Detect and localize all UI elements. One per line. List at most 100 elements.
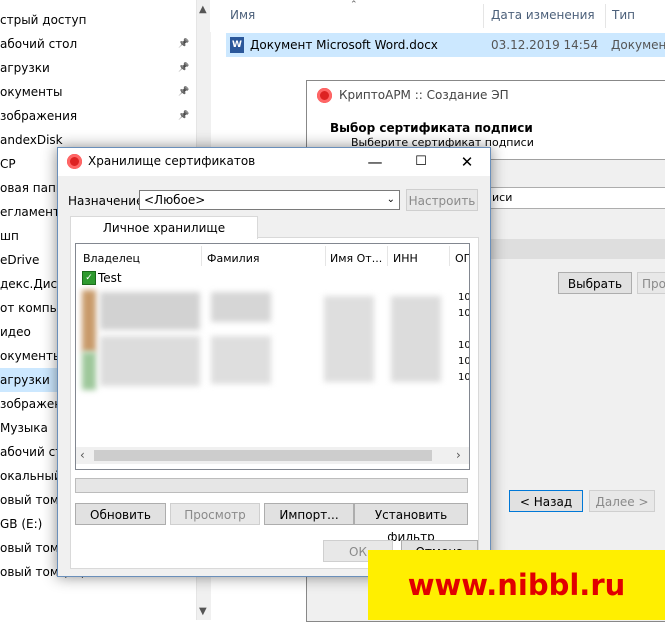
certificate-field-text: иси — [492, 191, 513, 204]
next-button[interactable]: Далее > — [589, 490, 655, 512]
sidebar-item-label: окальный — [0, 469, 62, 483]
sidebar-item-label: зображен — [0, 397, 63, 411]
column-name[interactable]: Имя — [230, 8, 255, 22]
sidebar-item-label: агрузки — [0, 61, 50, 75]
set-filter-button[interactable]: Установить фильтр — [354, 503, 468, 544]
pin-icon: 📌 — [178, 63, 190, 73]
file-row[interactable]: W Документ Microsoft Word.docx 03.12.201… — [226, 33, 665, 57]
import-button[interactable]: Импорт... — [264, 503, 354, 525]
row-ogrn: 10 — [458, 372, 470, 383]
purpose-select[interactable]: <Любое> ⌄ — [139, 190, 400, 210]
column-owner[interactable]: Владелец — [83, 252, 140, 265]
sidebar-item-label: егламент — [0, 205, 60, 219]
sidebar-item-label: шп — [0, 229, 19, 243]
back-button[interactable]: < Назад — [509, 490, 583, 512]
view-button[interactable]: Просмотр — [170, 503, 260, 525]
column-divider — [483, 4, 484, 28]
column-divider — [325, 246, 326, 266]
blurred-row-icon — [82, 352, 96, 390]
column-divider — [605, 4, 606, 28]
sidebar-item-label: окументы — [0, 349, 63, 363]
sidebar-item-label: идео — [0, 325, 31, 339]
purpose-label: Назначение: — [68, 194, 148, 208]
select-button[interactable]: Выбрать — [558, 272, 632, 294]
view-button[interactable]: Прос — [637, 272, 665, 294]
sidebar-item-label: зображения — [0, 109, 78, 123]
purpose-value: <Любое> — [144, 193, 206, 207]
cryptoarm-title: КриптоАРМ :: Создание ЭП — [339, 88, 509, 102]
cryptoarm-logo-icon — [317, 88, 332, 103]
close-icon[interactable]: ✕ — [444, 148, 490, 176]
sidebar-item[interactable]: абочий стол 📌 — [0, 32, 200, 56]
watermark-banner: www.nibbl.ru — [368, 550, 665, 620]
column-divider — [387, 246, 388, 266]
sidebar-item-label: GB (E:) — [0, 517, 43, 531]
horizontal-scrollbar[interactable]: ‹ › — [76, 447, 469, 464]
blurred-row[interactable] — [211, 292, 271, 322]
certificate-valid-icon: ✓ — [82, 271, 96, 285]
sidebar-item[interactable]: агрузки 📌 — [0, 56, 200, 80]
chevron-down-icon: ⌄ — [386, 194, 395, 205]
blurred-row[interactable] — [391, 296, 441, 382]
sidebar-item-label: овая папк — [0, 181, 64, 195]
scrollbar-thumb[interactable] — [94, 450, 432, 461]
sidebar-item-label: абочий ст — [0, 445, 63, 459]
pin-icon: 📌 — [178, 87, 190, 97]
sidebar-item-label: овый том — [0, 493, 59, 507]
file-date: 03.12.2019 14:54 — [491, 38, 599, 52]
sidebar-item-label: абочий стол — [0, 37, 78, 51]
blurred-row[interactable] — [100, 292, 200, 330]
sidebar-item-label: окументы — [0, 85, 63, 99]
scroll-up-icon[interactable]: ▲ — [199, 4, 207, 15]
certificate-list[interactable]: Владелец Фамилия Имя От... ИНН ОГ ✓ Test… — [75, 243, 470, 470]
row-owner: Test — [98, 271, 122, 285]
certificate-store-dialog: Хранилище сертификатов — ☐ ✕ Назначение:… — [57, 147, 491, 577]
certificate-field[interactable]: иси — [485, 187, 665, 209]
cryptoarm-logo-icon — [67, 154, 82, 169]
configure-button[interactable]: Настроить — [406, 189, 478, 211]
refresh-button[interactable]: Обновить — [75, 503, 166, 525]
column-divider — [201, 246, 202, 266]
dialog-titlebar: Хранилище сертификатов — ☐ ✕ — [58, 148, 490, 176]
sort-up-icon: ⌃ — [350, 0, 358, 10]
file-type: Документ — [611, 38, 665, 52]
blurred-row[interactable] — [100, 336, 200, 386]
column-ogrn[interactable]: ОГ — [455, 252, 469, 265]
progress-bar — [75, 478, 468, 493]
row-ogrn: 10 — [458, 308, 470, 319]
dialog-title: Хранилище сертификатов — [88, 154, 256, 168]
column-divider — [449, 246, 450, 266]
row-ogrn: 10 — [458, 356, 470, 367]
scroll-down-icon[interactable]: ▼ — [199, 606, 207, 617]
row-ogrn: 10 — [458, 292, 470, 303]
sidebar-item-label: стрый доступ — [0, 13, 87, 27]
minimize-icon[interactable]: — — [352, 148, 398, 176]
column-type[interactable]: Тип — [612, 8, 635, 22]
sidebar-item-label: eDrive — [0, 253, 40, 267]
scroll-right-icon[interactable]: › — [456, 448, 461, 462]
column-date[interactable]: Дата изменения — [491, 8, 595, 22]
blurred-row[interactable] — [211, 336, 271, 384]
sidebar-item-label: andexDisk — [0, 133, 63, 147]
sidebar-item[interactable]: окументы 📌 — [0, 80, 200, 104]
column-patronymic[interactable]: Имя От... — [330, 252, 382, 265]
wizard-heading: Выбор сертификата подписи — [330, 121, 533, 135]
tab-personal-store[interactable]: Личное хранилище сертификатов — [70, 216, 258, 257]
sidebar-item[interactable]: стрый доступ — [0, 8, 200, 32]
column-inn[interactable]: ИНН — [393, 252, 418, 265]
column-surname[interactable]: Фамилия — [207, 252, 259, 265]
pin-icon: 📌 — [178, 111, 190, 121]
section-band — [485, 239, 665, 259]
blurred-row[interactable] — [324, 296, 374, 382]
file-list-header: Имя ⌃ Дата изменения Тип — [210, 0, 665, 32]
sidebar-item-label: CP — [0, 157, 16, 171]
word-doc-icon: W — [230, 37, 244, 53]
watermark-text: www.nibbl.ru — [407, 568, 626, 602]
table-row[interactable]: ✓ Test — [76, 270, 469, 286]
blurred-row-icon — [82, 290, 96, 352]
scroll-left-icon[interactable]: ‹ — [80, 448, 85, 462]
maximize-icon[interactable]: ☐ — [398, 148, 444, 176]
pin-icon: 📌 — [178, 39, 190, 49]
row-ogrn: 10 — [458, 340, 470, 351]
sidebar-item[interactable]: зображения 📌 — [0, 104, 200, 128]
